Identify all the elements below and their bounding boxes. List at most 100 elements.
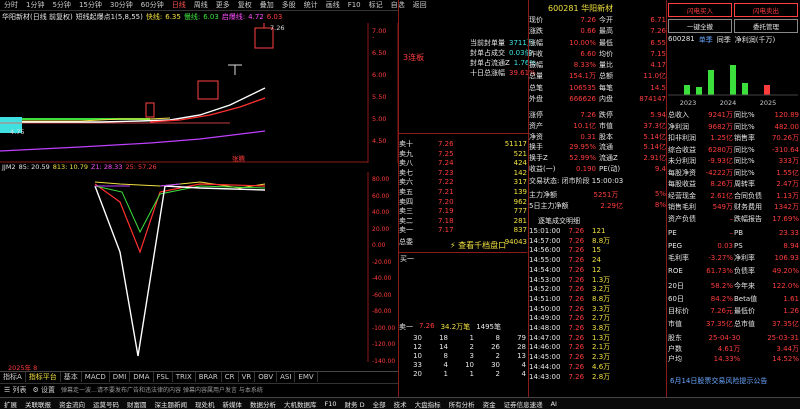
- status-item[interactable]: 大盘指标: [411, 399, 445, 409]
- topbar-item[interactable]: 1分钟: [22, 0, 48, 10]
- level-price: 7.22: [438, 178, 454, 187]
- val-cell: 8.94: [783, 241, 799, 250]
- topbar-item[interactable]: 日线: [168, 0, 190, 10]
- status-item[interactable]: 资金流向: [55, 399, 89, 409]
- indicator-name[interactable]: 短线起爆点1(5,8,55): [76, 12, 143, 22]
- sell-level[interactable]: 卖五 7.21 139: [399, 188, 527, 198]
- status-item[interactable]: 扩展: [0, 399, 21, 409]
- tick-time: 14:50:00: [529, 304, 561, 313]
- kv-cell: 综合收益: [668, 145, 696, 154]
- list-button[interactable]: ☰ 列表: [4, 385, 27, 395]
- status-item[interactable]: AI: [547, 400, 561, 408]
- kv-cell: 周转率: [734, 180, 755, 188]
- topbar-item[interactable]: 标记: [365, 0, 387, 10]
- indicator-tab[interactable]: ASI: [277, 372, 296, 382]
- status-item[interactable]: 技术: [390, 399, 411, 409]
- indicator-tab[interactable]: EMV: [295, 372, 318, 382]
- tick-volume: 121: [592, 227, 606, 235]
- status-item[interactable]: 大机数据库: [280, 399, 321, 409]
- topbar-item[interactable]: 30分钟: [106, 0, 137, 10]
- tick-time: 14:57:00: [529, 236, 561, 245]
- status-item[interactable]: 关联联报: [21, 399, 55, 409]
- sell-level[interactable]: 卖三 7.19 777: [399, 207, 527, 217]
- sell-level[interactable]: 卖八 7.24 424: [399, 159, 527, 169]
- indicator-chart[interactable]: [0, 172, 370, 362]
- tick-time: 14:52:00: [529, 285, 561, 294]
- queue-row: 33 4 10 30 4: [400, 361, 526, 370]
- status-item[interactable]: 资金: [479, 399, 500, 409]
- topbar-item[interactable]: 统计: [300, 0, 322, 10]
- tick-price: 7.26: [568, 353, 585, 362]
- status-item[interactable]: 运莫号码: [89, 399, 123, 409]
- indicator-tab[interactable]: TRIX: [173, 372, 196, 382]
- sell-level[interactable]: 卖十 7.26 51117: [399, 140, 527, 150]
- indicator-tab[interactable]: MACD: [82, 372, 110, 382]
- indicator-tab[interactable]: DMA: [130, 372, 154, 382]
- status-item[interactable]: 财富圆: [123, 399, 151, 409]
- sell-level[interactable]: 卖一 7.17 837: [399, 226, 527, 236]
- cancel-all-button[interactable]: 一键全撤: [668, 19, 732, 33]
- tick-row: 14:56:00 7.26 15: [529, 246, 666, 256]
- level-volume: 281: [513, 216, 527, 225]
- ret-cell: 37.35亿: [771, 319, 799, 328]
- topbar-item[interactable]: 画线: [322, 0, 344, 10]
- topbar-item[interactable]: 分时: [0, 0, 22, 10]
- status-item[interactable]: F10: [321, 400, 341, 408]
- topbar-item[interactable]: 返回: [409, 0, 431, 10]
- kline-chart[interactable]: -: [0, 23, 398, 163]
- indicator-tab[interactable]: 指标平台: [26, 372, 61, 382]
- indicator-tab[interactable]: BRAR: [196, 372, 222, 382]
- val-cell: 106.93: [774, 254, 800, 262]
- indicator-tab[interactable]: 指标A: [0, 372, 26, 382]
- indicator-tab[interactable]: CR: [222, 372, 239, 382]
- fin-cell: 股本: [599, 132, 613, 141]
- indicator-tab[interactable]: VR: [239, 372, 256, 382]
- fin-cell: 跌停: [599, 111, 613, 119]
- risk-notice-link[interactable]: 6月14日股票交易风险提示公告: [670, 376, 767, 386]
- topbar-item[interactable]: 复权: [234, 0, 256, 10]
- flash-buy-button[interactable]: 闪电买入: [668, 3, 732, 17]
- f10-row: 封单占成交 0.03倍: [470, 48, 536, 58]
- indicator-tab[interactable]: DMI: [110, 372, 131, 382]
- topbar-item[interactable]: 叠加: [256, 0, 278, 10]
- tick-price: 7.26: [568, 227, 585, 235]
- danmu-notice[interactable]: 弹幕走一波…请不要发布广告和违法律的内容 弹幕内容属用户发言 与本系统: [61, 385, 351, 394]
- status-item[interactable]: 数据分析: [246, 399, 280, 409]
- indicator-tab[interactable]: OBV: [255, 372, 278, 382]
- status-item[interactable]: 全部: [369, 399, 390, 409]
- queue-cell: 8: [495, 334, 500, 342]
- topbar-item[interactable]: 多股: [278, 0, 300, 10]
- fin-cell: 净资: [529, 132, 543, 141]
- status-item[interactable]: 证券信息速递: [500, 399, 547, 409]
- indicator-axis-label: -20.00: [372, 258, 392, 266]
- sell-level[interactable]: 卖六 7.22 317: [399, 178, 527, 188]
- share-cell: 3.44万: [776, 344, 799, 353]
- sell-level[interactable]: 卖二 7.18 281: [399, 217, 527, 227]
- status-item[interactable]: 现处机: [191, 399, 219, 409]
- tick-price: 7.26: [568, 324, 585, 333]
- quote-cell: 11.0亿: [643, 72, 666, 81]
- sell-level[interactable]: 卖四 7.20 962: [399, 198, 527, 208]
- topbar-item[interactable]: 更多: [212, 0, 234, 10]
- settings-button[interactable]: ⚙ 设置: [33, 385, 56, 395]
- status-item[interactable]: 所有分析: [445, 399, 479, 409]
- indicator-tab[interactable]: 基本: [61, 372, 82, 382]
- topbar-item[interactable]: F10: [344, 1, 365, 9]
- flash-sell-button[interactable]: 闪电卖出: [734, 3, 798, 17]
- topbar-item[interactable]: 15分钟: [75, 0, 106, 10]
- order-manage-button[interactable]: 委托管理: [734, 19, 798, 33]
- status-item[interactable]: 新媒体: [219, 399, 247, 409]
- kv-cell: 同比%: [734, 122, 755, 131]
- sell-level[interactable]: 卖七 7.23 142: [399, 169, 527, 179]
- topbar-item[interactable]: 周线: [190, 0, 212, 10]
- status-item[interactable]: 深主题新闻: [151, 399, 192, 409]
- sell-level[interactable]: 卖九 7.25 521: [399, 150, 527, 160]
- topbar-item[interactable]: 5分钟: [48, 0, 74, 10]
- status-item[interactable]: 财务 D: [341, 399, 369, 409]
- share-row: 股东 25-04-30 25-03-31: [668, 333, 799, 344]
- indicator-tab[interactable]: FSL: [154, 372, 173, 382]
- depth-link[interactable]: ⚡ 查看千档盘口: [450, 240, 506, 251]
- level-volume: 51117: [504, 140, 527, 148]
- topbar-item[interactable]: 60分钟: [137, 0, 168, 10]
- ret-cell: 37.35亿: [705, 319, 733, 328]
